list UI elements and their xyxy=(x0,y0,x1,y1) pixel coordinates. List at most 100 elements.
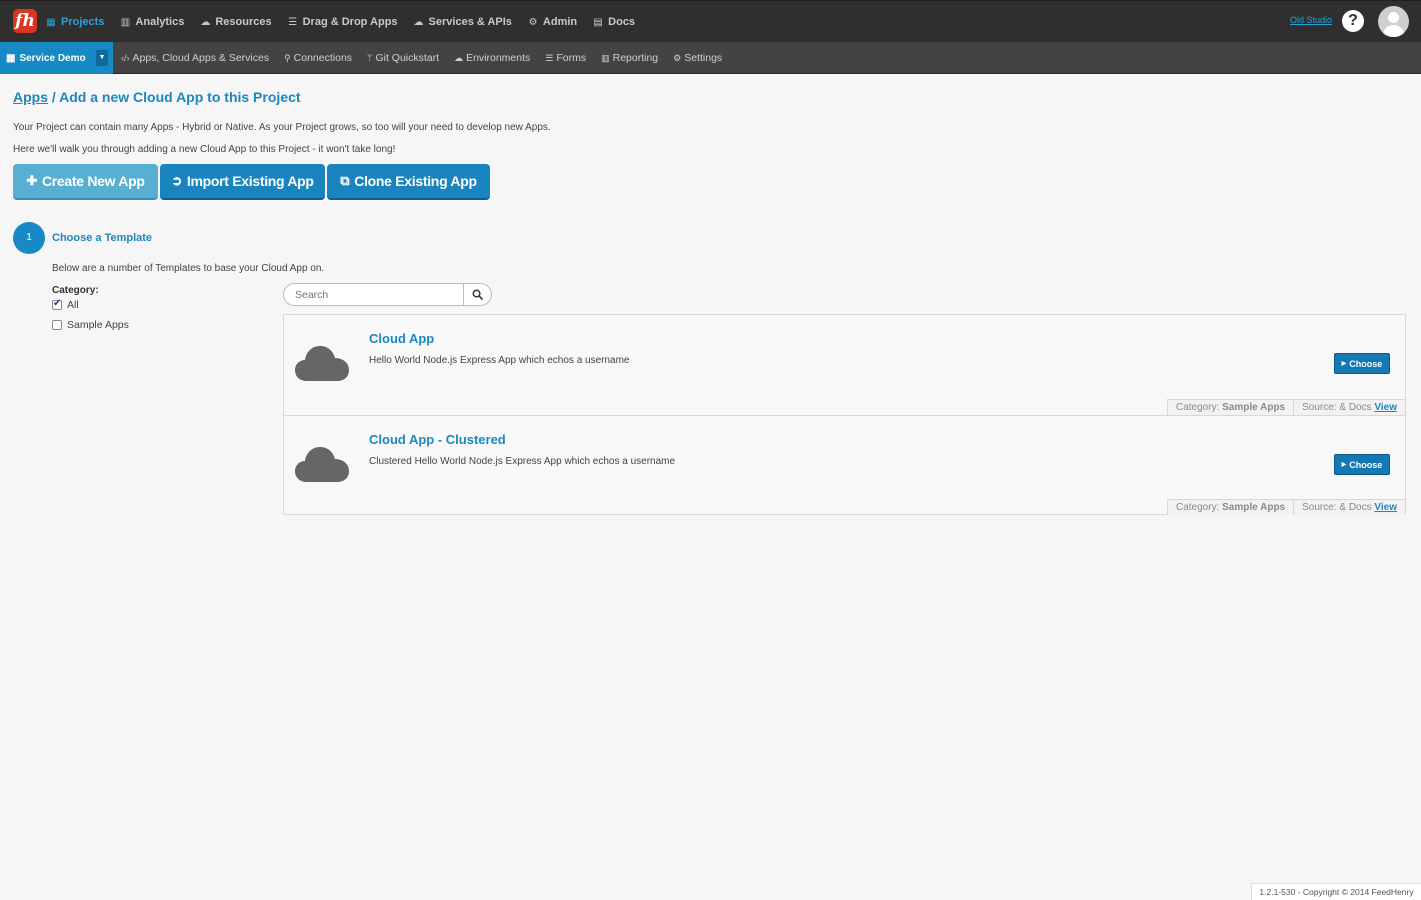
button-label: Choose xyxy=(1349,358,1383,369)
clone-existing-app-button[interactable]: ⧉ Clone Existing App xyxy=(327,164,490,200)
arrow-circle-right-icon: ➲ xyxy=(171,173,182,188)
subnav-forms[interactable]: ☰ Forms xyxy=(545,52,586,64)
search-button[interactable] xyxy=(463,283,492,306)
template-name[interactable]: Cloud App - Clustered xyxy=(369,432,506,447)
subnav-apps[interactable]: ‹/› Apps, Cloud Apps & Services xyxy=(121,52,269,64)
book-icon: ▤ xyxy=(593,16,603,28)
import-existing-app-button[interactable]: ➲ Import Existing App xyxy=(160,164,325,200)
template-name[interactable]: Cloud App xyxy=(369,331,434,346)
subnav-label: Git Quickstart xyxy=(375,52,440,64)
search-icon xyxy=(472,289,483,300)
cloud-icon: ☁ xyxy=(200,16,211,28)
subnav-connections[interactable]: ⚲ Connections xyxy=(284,52,352,64)
feedhenry-logo[interactable]: fh xyxy=(13,9,37,33)
caret-down-icon[interactable]: ▼ xyxy=(96,50,108,66)
topnav-label: Admin xyxy=(542,16,578,28)
topnav-label: Drag & Drop Apps xyxy=(302,16,398,28)
subnav-label: Environments xyxy=(466,52,531,64)
project-navbar: ▦ Service Demo ▼ ‹/› Apps, Cloud Apps & … xyxy=(0,42,1421,74)
topnav-label: Docs xyxy=(608,16,636,28)
subnav-label: Apps, Cloud Apps & Services xyxy=(132,52,270,64)
bar-chart-icon: ▥ xyxy=(120,16,131,28)
footer-copyright: 1.2.1-530 - Copyright © 2014 FeedHenry xyxy=(1251,883,1421,900)
list-icon: ☰ xyxy=(545,52,554,63)
button-label: Choose xyxy=(1349,459,1383,470)
project-selector[interactable]: ▦ Service Demo ▼ xyxy=(0,42,113,74)
topnav-admin[interactable]: ⚙ Admin xyxy=(528,16,577,28)
project-subnav: ‹/› Apps, Cloud Apps & Services ⚲ Connec… xyxy=(121,42,737,74)
subnav-reporting[interactable]: ▥ Reporting xyxy=(601,52,658,64)
intro-text-2: Here we'll walk you through adding a new… xyxy=(13,144,396,155)
search-input[interactable] xyxy=(283,283,464,306)
template-meta: Category: Sample Apps Source: & Docs Vie… xyxy=(1167,499,1405,515)
grid-icon: ▦ xyxy=(46,16,56,28)
template-source: Source: & Docs View xyxy=(1293,499,1405,515)
topnav-analytics[interactable]: ▥ Analytics xyxy=(120,16,185,28)
code-icon: ‹/› xyxy=(121,53,130,63)
topnav-label: Analytics xyxy=(135,16,185,28)
intro-text-1: Your Project can contain many Apps - Hyb… xyxy=(13,122,551,133)
top-navbar: fh ▦ Projects ▥ Analytics ☁ Resources ☰ … xyxy=(0,0,1421,42)
template-source: Source: & Docs View xyxy=(1293,399,1405,415)
choose-button[interactable]: ▶ Choose xyxy=(1334,454,1390,475)
view-link[interactable]: View xyxy=(1374,402,1397,413)
help-icon[interactable]: ? xyxy=(1342,10,1364,32)
subnav-environments[interactable]: ☁ Environments xyxy=(454,52,530,64)
category-meta-label: Category: xyxy=(1176,402,1220,413)
cogs-icon: ⚙ xyxy=(528,16,538,28)
topnav-drag-drop-apps[interactable]: ☰ Drag & Drop Apps xyxy=(288,16,398,28)
category-option-label: All xyxy=(67,299,79,311)
template-list: Cloud App Hello World Node.js Express Ap… xyxy=(283,314,1406,515)
template-description: Clustered Hello World Node.js Express Ap… xyxy=(369,456,676,467)
checkbox-checked-icon[interactable] xyxy=(52,298,62,310)
template-category: Category: Sample Apps xyxy=(1167,399,1294,415)
subnav-label: Reporting xyxy=(612,52,659,64)
choose-button[interactable]: ▶ Choose xyxy=(1334,353,1390,374)
topnav-resources[interactable]: ☁ Resources xyxy=(200,16,271,28)
subnav-label: Settings xyxy=(684,52,723,64)
topnav-label: Resources xyxy=(215,16,272,28)
avatar-body xyxy=(1383,25,1404,37)
topnav-docs[interactable]: ▤ Docs xyxy=(593,16,635,28)
list-icon: ☰ xyxy=(288,16,298,28)
cloud-icon: ☁ xyxy=(454,52,464,63)
topnav-label: Services & APIs xyxy=(428,16,512,28)
category-option-all[interactable]: All xyxy=(52,298,79,311)
category-meta-value: Sample Apps xyxy=(1222,502,1286,513)
page-title-text: / Add a new Cloud App to this Project xyxy=(48,89,301,105)
page-title: Apps / Add a new Cloud App to this Proje… xyxy=(13,89,301,105)
cloud-icon xyxy=(295,447,349,482)
view-link[interactable]: View xyxy=(1374,502,1397,513)
template-card: Cloud App - Clustered Clustered Hello Wo… xyxy=(284,415,1405,515)
cloud-icon xyxy=(295,346,349,381)
breadcrumb-apps-link[interactable]: Apps xyxy=(13,89,48,105)
template-card: Cloud App Hello World Node.js Express Ap… xyxy=(284,315,1405,415)
category-option-sample-apps[interactable]: Sample Apps xyxy=(52,319,129,331)
button-label: Clone Existing App xyxy=(354,173,477,189)
checkbox-icon[interactable] xyxy=(52,320,62,330)
source-meta-label: Source: & Docs xyxy=(1302,402,1372,413)
subnav-settings[interactable]: ⚙ Settings xyxy=(673,52,722,64)
project-name: Service Demo xyxy=(19,52,86,64)
subnav-label: Forms xyxy=(556,52,587,64)
button-label: Create New App xyxy=(41,173,145,189)
template-description: Hello World Node.js Express App which ec… xyxy=(369,355,630,366)
topnav-services-apis[interactable]: ☁ Services & APIs xyxy=(414,16,512,28)
subnav-label: Connections xyxy=(293,52,353,64)
plus-icon: ✚ xyxy=(26,173,37,188)
avatar[interactable] xyxy=(1378,6,1409,37)
caret-right-icon: ▶ xyxy=(1341,462,1347,468)
branch-icon: ᛘ xyxy=(367,53,373,63)
create-new-app-button[interactable]: ✚ Create New App xyxy=(13,164,158,200)
topnav-projects[interactable]: ▦ Projects xyxy=(46,16,104,28)
sitemap-icon: ⚲ xyxy=(284,52,291,63)
copy-icon: ⧉ xyxy=(340,173,350,188)
step-title: Choose a Template xyxy=(52,232,153,244)
topnav-label: Projects xyxy=(61,16,105,28)
category-option-label: Sample Apps xyxy=(67,319,129,331)
source-meta-label: Source: & Docs xyxy=(1302,502,1372,513)
old-studio-link[interactable]: Old Studio xyxy=(1290,15,1332,25)
cogs-icon: ⚙ xyxy=(673,52,682,63)
subnav-git-quickstart[interactable]: ᛘ Git Quickstart xyxy=(367,52,439,64)
button-label: Import Existing App xyxy=(186,173,314,189)
